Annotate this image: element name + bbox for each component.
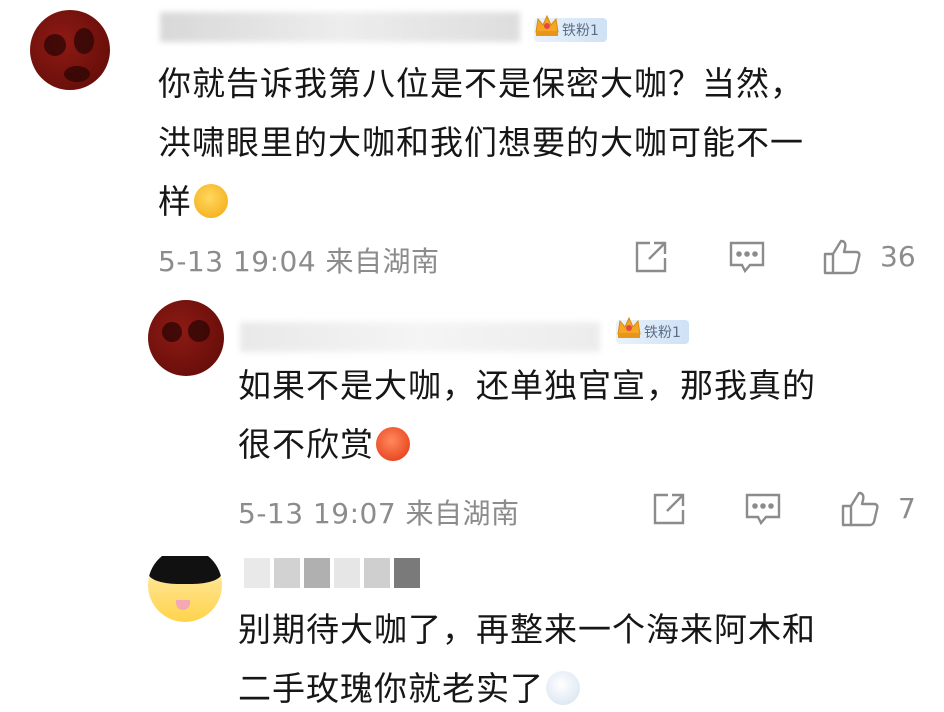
comment-icon xyxy=(729,241,765,274)
comment-thread: 铁粉1 你就告诉我第八位是不是保密大咖？当然， 洪啸眼里的大咖和我们想要的大咖可… xyxy=(0,0,944,712)
comment-line: 样 xyxy=(158,172,804,231)
badge-label: 铁粉1 xyxy=(644,325,681,341)
crown-icon xyxy=(535,14,559,36)
crown-icon xyxy=(617,316,641,338)
comment-line: 如果不是大咖，还单独官宣，那我真的 xyxy=(238,366,816,405)
comment-line: 洪啸眼里的大咖和我们想要的大咖可能不一 xyxy=(158,123,804,162)
share-button[interactable] xyxy=(634,240,668,274)
comment-text: 别期待大咖了，再整来一个海来阿木和 二手玫瑰你就老实了 xyxy=(238,600,816,712)
fan-badge[interactable]: 铁粉1 xyxy=(534,14,607,42)
comment-text: 你就告诉我第八位是不是保密大咖？当然， 洪啸眼里的大咖和我们想要的大咖可能不一 … xyxy=(158,54,804,231)
thumbs-up-icon xyxy=(823,239,861,275)
comment-meta: 5-13 19:04 来自湖南 xyxy=(158,240,440,280)
username-redacted[interactable] xyxy=(240,322,600,352)
comment-time: 5-13 19:07 xyxy=(238,497,397,530)
comment-location: 来自湖南 xyxy=(405,497,520,530)
comment-line: 二手玫瑰你就老实了 xyxy=(238,659,816,712)
like-count: 7 xyxy=(898,492,916,525)
comment-icon xyxy=(745,493,781,526)
angry-face-icon xyxy=(376,426,410,461)
reply-button[interactable] xyxy=(728,240,766,274)
comment-location: 来自湖南 xyxy=(325,245,440,278)
fan-badge[interactable]: 铁粉1 xyxy=(616,316,689,344)
username-redacted[interactable] xyxy=(160,12,520,42)
badge-label: 铁粉1 xyxy=(562,23,599,39)
share-icon xyxy=(653,493,685,525)
sleepy-face-icon xyxy=(194,183,228,218)
avatar[interactable] xyxy=(30,10,110,90)
avatar[interactable] xyxy=(148,548,222,622)
comment-text: 如果不是大咖，还单独官宣，那我真的 很不欣赏 xyxy=(238,356,816,474)
username-redacted[interactable] xyxy=(244,558,420,588)
share-icon xyxy=(635,241,667,273)
like-count: 36 xyxy=(880,240,916,273)
avatar[interactable] xyxy=(148,300,224,376)
comment-line: 很不欣赏 xyxy=(238,415,816,474)
like-button[interactable] xyxy=(840,490,880,528)
like-button[interactable] xyxy=(822,238,862,276)
comment-meta: 5-13 19:07 来自湖南 xyxy=(238,492,520,532)
comment-line: 别期待大咖了，再整来一个海来阿木和 xyxy=(238,610,816,649)
scared-face-icon xyxy=(546,670,580,705)
thumbs-up-icon xyxy=(841,491,879,527)
comment-line: 你就告诉我第八位是不是保密大咖？当然， xyxy=(158,64,804,103)
reply-button[interactable] xyxy=(744,492,782,526)
share-button[interactable] xyxy=(652,492,686,526)
comment-time: 5-13 19:04 xyxy=(158,245,317,278)
